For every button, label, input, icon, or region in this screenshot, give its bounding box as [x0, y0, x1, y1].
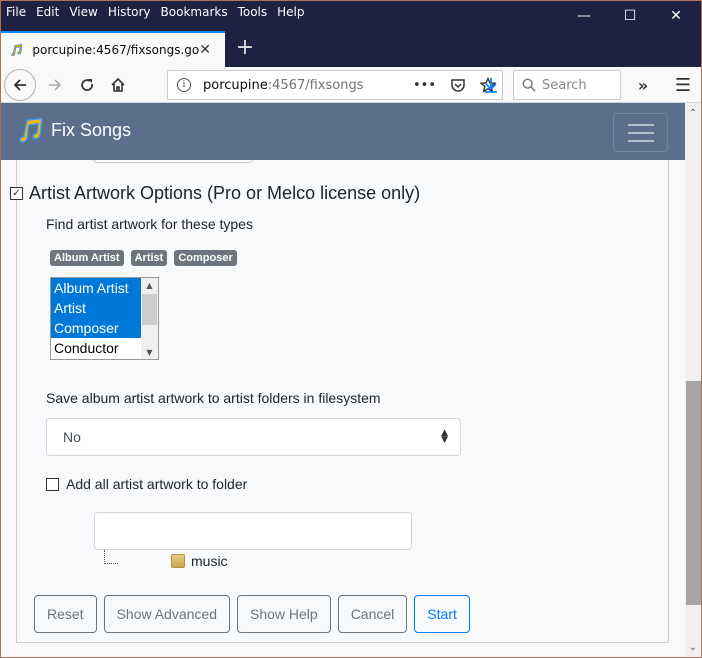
- pocket-icon[interactable]: [450, 77, 466, 93]
- option-conductor[interactable]: Conductor: [51, 338, 141, 358]
- badge: Album Artist: [50, 250, 124, 266]
- selected-types-badges: Album Artist Artist Composer: [50, 250, 237, 266]
- chevron-double-right-icon: »: [637, 75, 649, 95]
- search-box[interactable]: Search: [513, 70, 621, 100]
- page-scrollbar[interactable]: ⌃ ⌄: [685, 103, 701, 657]
- navbar-toggle-button[interactable]: [613, 113, 668, 152]
- brand[interactable]: Fix Songs: [19, 117, 131, 143]
- new-tab-button[interactable]: +: [233, 33, 257, 61]
- tree-node-label: music: [191, 553, 228, 569]
- page-viewport: Fix Songs ✓ Artist Artwork Options (Pro …: [1, 103, 685, 657]
- sort-arrows-icon: ▲ ▼: [441, 428, 448, 445]
- reload-icon: [81, 79, 93, 91]
- title-bar: File Edit View History Bookmarks Tools H…: [1, 1, 701, 67]
- home-icon: [111, 77, 125, 92]
- select-value: No: [63, 429, 81, 445]
- forward-button[interactable]: [39, 69, 71, 101]
- find-artwork-label: Find artist artwork for these types: [46, 216, 253, 232]
- add-all-artwork-row[interactable]: Add all artist artwork to folder: [46, 476, 247, 492]
- app-navbar: Fix Songs: [1, 103, 685, 160]
- add-all-artwork-label: Add all artist artwork to folder: [66, 476, 248, 492]
- browser-window: File Edit View History Bookmarks Tools H…: [1, 1, 701, 657]
- save-artwork-label: Save album artist artwork to artist fold…: [46, 390, 381, 406]
- multiselect-scrollbar[interactable]: ▲ ▼: [141, 278, 158, 359]
- chevron-up-icon[interactable]: ⌃: [685, 105, 701, 121]
- tab-title: porcupine:4567/fixsongs.go: [32, 43, 200, 57]
- maximize-button[interactable]: ☐: [607, 1, 653, 31]
- url-text[interactable]: porcupine:4567/fixsongs.: [203, 78, 363, 93]
- music-note-logo-icon: [19, 117, 43, 143]
- folder-icon: [171, 554, 185, 568]
- artist-artwork-section-header: ✓ Artist Artwork Options (Pro or Melco l…: [10, 183, 420, 204]
- search-icon: [522, 78, 536, 92]
- cancel-button[interactable]: Cancel: [337, 595, 408, 633]
- arrow-left-icon: [13, 79, 26, 91]
- scroll-thumb[interactable]: [142, 294, 157, 325]
- download-icon: [485, 78, 497, 93]
- minimize-button[interactable]: —: [561, 1, 607, 31]
- chevron-down-icon[interactable]: ⌄: [685, 639, 701, 655]
- url-path: :4567/fixsongs.: [267, 77, 363, 93]
- browser-tab[interactable]: porcupine:4567/fixsongs.go ✕: [1, 31, 225, 67]
- reset-button[interactable]: Reset: [34, 595, 97, 633]
- close-window-button[interactable]: ✕: [653, 1, 699, 31]
- back-button[interactable]: [4, 69, 36, 101]
- arrow-right-icon: [49, 79, 62, 91]
- hamburger-line: [627, 139, 654, 142]
- menu-history[interactable]: History: [108, 5, 151, 19]
- hamburger-icon: ☰: [674, 74, 692, 96]
- start-button[interactable]: Start: [414, 595, 470, 633]
- option-composer[interactable]: Composer: [51, 318, 141, 338]
- page-actions-icon[interactable]: •••: [413, 78, 436, 93]
- menu-file[interactable]: File: [6, 5, 26, 19]
- badge: Composer: [174, 250, 237, 266]
- hamburger-line: [627, 131, 654, 134]
- nav-bar: i porcupine:4567/fixsongs. ••• Search » …: [1, 67, 701, 103]
- save-artwork-select[interactable]: No ▲ ▼: [46, 418, 461, 456]
- menu-help[interactable]: Help: [277, 5, 304, 19]
- search-placeholder: Search: [542, 77, 587, 93]
- url-bar[interactable]: i porcupine:4567/fixsongs. •••: [167, 70, 503, 100]
- hamburger-line: [627, 123, 654, 126]
- chevron-up-icon[interactable]: ▲: [141, 278, 158, 292]
- music-note-icon: [11, 44, 23, 56]
- menu-edit[interactable]: Edit: [36, 5, 59, 19]
- section-title: Artist Artwork Options (Pro or Melco lic…: [29, 183, 421, 203]
- downloads-button[interactable]: [475, 69, 507, 101]
- tab-close-icon[interactable]: ✕: [199, 42, 211, 58]
- show-help-button[interactable]: Show Help: [236, 595, 331, 633]
- url-host: porcupine: [203, 77, 268, 93]
- add-all-artwork-checkbox[interactable]: [46, 477, 59, 491]
- home-button[interactable]: [102, 69, 134, 101]
- option-album-artist[interactable]: Album Artist: [51, 278, 141, 298]
- menu-view[interactable]: View: [69, 5, 97, 19]
- scroll-thumb[interactable]: [686, 381, 701, 605]
- brand-name: Fix Songs: [51, 119, 132, 140]
- folder-input[interactable]: [94, 512, 412, 550]
- tree-node-music[interactable]: music: [171, 553, 228, 569]
- chevron-down-icon[interactable]: ▼: [141, 345, 158, 359]
- overflow-button[interactable]: »: [627, 69, 659, 101]
- menu-bar: File Edit View History Bookmarks Tools H…: [1, 1, 315, 23]
- app-menu-button[interactable]: ☰: [667, 69, 699, 101]
- badge: Artist: [130, 250, 168, 266]
- show-advanced-button[interactable]: Show Advanced: [103, 595, 230, 633]
- menu-bookmarks[interactable]: Bookmarks: [161, 5, 228, 19]
- artwork-types-multiselect[interactable]: Album Artist Artist Composer Conductor ▲…: [50, 277, 159, 360]
- menu-tools[interactable]: Tools: [238, 5, 268, 19]
- tree-connector: [105, 563, 118, 564]
- reload-button[interactable]: [71, 69, 103, 101]
- tree-connector: [104, 550, 105, 564]
- option-artist[interactable]: Artist: [51, 298, 141, 318]
- action-buttons: Reset Show Advanced Show Help Cancel Sta…: [34, 595, 470, 633]
- info-icon[interactable]: i: [177, 78, 191, 92]
- artist-artwork-checkbox[interactable]: ✓: [10, 187, 23, 200]
